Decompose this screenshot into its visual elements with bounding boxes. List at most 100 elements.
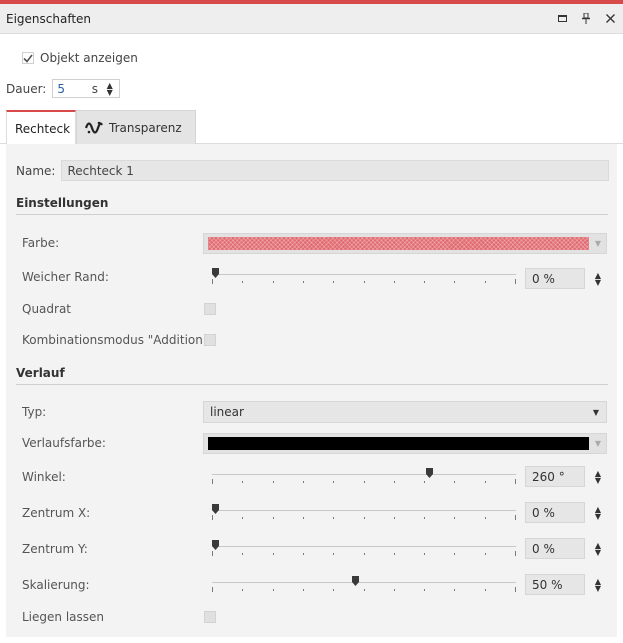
slider-tick (424, 481, 425, 483)
slider-tick (454, 517, 455, 519)
slider-tick (454, 589, 455, 591)
slider-thumb[interactable] (212, 268, 219, 278)
slider-tick (424, 589, 425, 591)
slider-tick (242, 589, 243, 591)
slider-track (212, 546, 516, 547)
soft-edge-stepper[interactable]: ▲ ▼ (592, 268, 604, 289)
slider-tick (212, 279, 213, 284)
type-value: linear (210, 405, 244, 419)
center-x-slider[interactable] (212, 504, 516, 524)
show-object-checkbox[interactable] (22, 52, 34, 64)
name-row: Name: Rechteck 1 (16, 160, 610, 181)
maximize-icon[interactable] (555, 11, 569, 25)
tab-rectangle[interactable]: Rechteck (6, 110, 76, 145)
center-x-value[interactable]: 0 % (525, 502, 585, 523)
slider-tick (333, 517, 334, 519)
gradient-color-label: Verlaufsfarbe: (22, 436, 106, 450)
pin-icon[interactable] (579, 11, 593, 25)
keep-checkbox[interactable] (204, 611, 216, 623)
angle-slider[interactable] (212, 468, 516, 488)
slider-tick (212, 515, 213, 520)
slider-tick (364, 517, 365, 519)
slider-tick (515, 551, 516, 556)
chevron-down-icon[interactable]: ▼ (595, 548, 601, 556)
show-object-row: Objekt anzeigen (22, 51, 138, 65)
slider-tick (485, 553, 486, 555)
scale-value[interactable]: 50 % (525, 574, 585, 595)
slider-tick (515, 587, 516, 592)
color-picker[interactable]: ▼ (203, 233, 607, 254)
wave-icon (85, 121, 103, 135)
scale-stepper[interactable]: ▲ ▼ (592, 574, 604, 595)
slider-ticks (212, 279, 516, 287)
chevron-down-icon: ▼ (592, 407, 600, 417)
gradient-color-picker[interactable]: ▼ (203, 433, 607, 454)
slider-track (212, 274, 516, 275)
tab-transparency[interactable]: Transparenz (76, 110, 196, 144)
chevron-down-icon[interactable]: ▼ (595, 476, 601, 484)
slider-tick (303, 517, 304, 519)
slider-tick (485, 589, 486, 591)
square-checkbox[interactable] (204, 303, 216, 315)
slider-tick (333, 553, 334, 555)
keep-label: Liegen lassen (22, 610, 105, 624)
center-y-slider[interactable] (212, 540, 516, 560)
name-field[interactable]: Rechteck 1 (61, 160, 610, 181)
slider-tick (394, 517, 395, 519)
slider-thumb[interactable] (352, 576, 359, 586)
chevron-down-icon[interactable]: ▼ (595, 278, 601, 286)
slider-tick (273, 281, 274, 283)
color-label: Farbe: (22, 236, 60, 250)
center-y-stepper[interactable]: ▲ ▼ (592, 538, 604, 559)
slider-tick (333, 281, 334, 283)
slider-tick (242, 281, 243, 283)
duration-stepper[interactable]: ▲ ▼ (104, 81, 115, 96)
blend-mode-label: Kombinationsmodus "Addition" (22, 333, 209, 347)
slider-tick (273, 589, 274, 591)
slider-tick (303, 281, 304, 283)
slider-thumb[interactable] (212, 504, 219, 514)
chevron-down-icon[interactable]: ▼ (107, 88, 113, 96)
square-label: Quadrat (22, 302, 72, 316)
slider-tick (364, 481, 365, 483)
slider-thumb[interactable] (426, 468, 433, 478)
chevron-down-icon[interactable]: ▼ (595, 512, 601, 520)
slider-tick (242, 517, 243, 519)
slider-tick (394, 281, 395, 283)
slider-tick (485, 281, 486, 283)
type-select[interactable]: linear ▼ (203, 401, 607, 423)
slider-tick (242, 553, 243, 555)
angle-value[interactable]: 260 ° (525, 466, 585, 487)
slider-tick (303, 481, 304, 483)
duration-input[interactable]: 5 s ▲ ▼ (52, 79, 121, 98)
slider-tick (364, 281, 365, 283)
tab-bar: Rechteck Transparenz (0, 110, 623, 145)
scale-slider[interactable] (212, 576, 516, 596)
duration-value: 5 (57, 81, 65, 96)
soft-edge-value[interactable]: 0 % (525, 268, 585, 289)
slider-tick (273, 481, 274, 483)
slider-tick (424, 281, 425, 283)
angle-stepper[interactable]: ▲ ▼ (592, 466, 604, 487)
slider-thumb[interactable] (212, 540, 219, 550)
slider-tick (454, 553, 455, 555)
duration-row: Dauer: 5 s ▲ ▼ (6, 79, 121, 98)
slider-tick (515, 515, 516, 520)
center-x-label: Zentrum X: (22, 506, 91, 520)
panel-title: Eigenschaften (6, 12, 92, 26)
slider-ticks (212, 587, 516, 595)
soft-edge-slider[interactable] (212, 268, 516, 288)
panel-titlebar: Eigenschaften (0, 4, 623, 34)
duration-label: Dauer: (6, 81, 47, 96)
blend-mode-checkbox[interactable] (204, 334, 216, 346)
chevron-down-icon[interactable]: ▼ (595, 584, 601, 592)
close-icon[interactable] (603, 11, 617, 25)
slider-tick (364, 589, 365, 591)
center-x-stepper[interactable]: ▲ ▼ (592, 502, 604, 523)
slider-tick (394, 481, 395, 483)
slider-tick (394, 589, 395, 591)
center-y-value[interactable]: 0 % (525, 538, 585, 559)
slider-ticks (212, 479, 516, 487)
color-swatch (208, 237, 589, 250)
slider-track (212, 582, 516, 583)
